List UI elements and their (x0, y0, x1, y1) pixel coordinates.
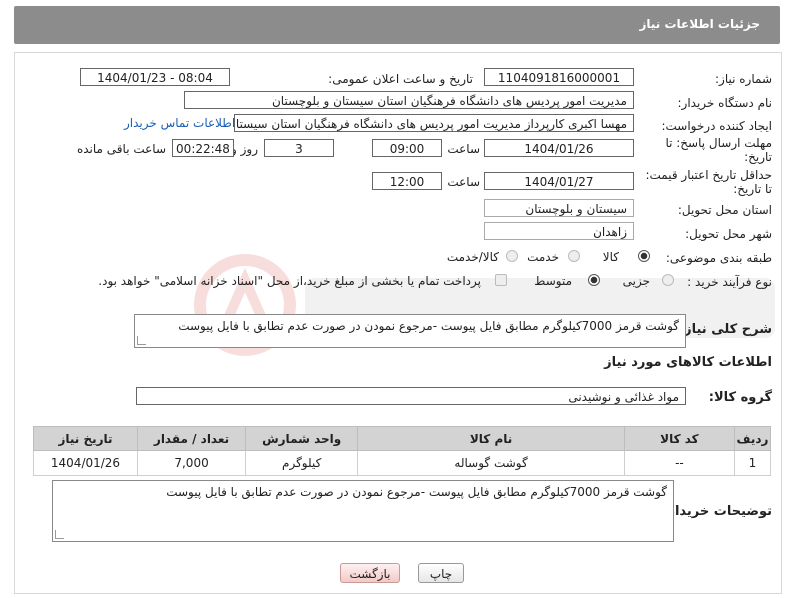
buyer-org-field: مدیریت امور پردیس های دانشگاه فرهنگیان ا… (184, 91, 634, 109)
process-minor-label: جزیی (622, 274, 650, 288)
buyer-notes-text: گوشت قرمز 7000کیلوگرم مطابق فایل پیوست -… (166, 485, 667, 499)
price-time-field: 12:00 (372, 172, 442, 190)
province-label: استان محل تحویل: (677, 203, 772, 217)
cell-need-date: 1404/01/26 (33, 450, 138, 476)
price-validity-label: حداقل تاریخ اعتبار قیمت: (645, 168, 772, 182)
process-type-label: نوع فرآیند خرید : (687, 275, 772, 289)
remaining-time-label: ساعت باقی مانده (76, 142, 166, 156)
goods-table: ردیف کد کالا نام کالا واحد شمارش تعداد /… (33, 426, 772, 476)
need-number-label: شماره نیاز: (715, 72, 772, 86)
goods-group-field: مواد غذائی و نوشیدنی (136, 387, 686, 405)
col-row-number: ردیف (733, 426, 772, 451)
description-label: شرح کلی نیاز: (678, 322, 772, 337)
category-service-label: خدمت (527, 250, 559, 264)
buyer-contact-link[interactable]: اطلاعات تماس خریدار (124, 116, 235, 130)
col-quantity: تعداد / مقدار (136, 426, 247, 451)
process-minor-radio[interactable] (662, 274, 674, 286)
resize-grip-icon[interactable] (137, 336, 146, 345)
page-header: جزئیات اطلاعات نیاز (14, 6, 780, 44)
reply-time-label: ساعت (447, 142, 480, 156)
price-time-label: ساعت (447, 175, 480, 189)
reply-time-field: 09:00 (372, 139, 442, 157)
goods-group-label: گروه کالا: (708, 390, 772, 405)
category-label: طبقه بندی موضوعی: (665, 251, 772, 265)
need-number-field: 1104091816000001 (484, 68, 634, 86)
page-title: جزئیات اطلاعات نیاز (639, 17, 760, 31)
category-goods-service-label: کالا/خدمت (446, 250, 499, 264)
city-field: زاهدان (484, 222, 634, 240)
reply-date-field: 1404/01/26 (484, 139, 634, 157)
goods-section-title: اطلاعات کالاهای مورد نیاز (604, 355, 772, 370)
creator-label: ایجاد کننده درخواست: (661, 119, 772, 133)
days-label: روز و (231, 142, 258, 156)
treasury-payment-checkbox[interactable] (495, 274, 507, 286)
process-medium-label: متوسط (534, 274, 572, 288)
resize-grip-icon[interactable] (55, 530, 64, 539)
description-text: گوشت قرمز 7000کیلوگرم مطابق فایل پیوست -… (178, 319, 679, 333)
cell-row-number: 1 (733, 450, 772, 476)
cell-unit: کیلوگرم (245, 450, 359, 476)
province-field: سیستان و بلوچستان (484, 199, 634, 217)
description-textarea[interactable]: گوشت قرمز 7000کیلوگرم مطابق فایل پیوست -… (134, 314, 686, 348)
category-goods-radio[interactable] (638, 250, 650, 262)
cell-quantity: 7,000 (136, 450, 247, 476)
price-date-field: 1404/01/27 (484, 172, 634, 190)
table-row: 1 -- گوشت گوساله کیلوگرم 7,000 1404/01/2… (33, 450, 772, 476)
reply-deadline-label: مهلت ارسال پاسخ: تا (665, 136, 772, 150)
buyer-notes-label: توضیحات خریدار: (662, 504, 772, 519)
print-button[interactable]: چاپ (418, 563, 464, 583)
category-goods-label: کالا (602, 250, 619, 264)
back-button[interactable]: بازگشت (340, 563, 400, 583)
remaining-time-field: 00:22:48 (172, 139, 234, 157)
category-goods-service-radio[interactable] (506, 250, 518, 262)
announce-date-label: تاریخ و ساعت اعلان عمومی: (328, 72, 473, 86)
col-goods-code: کد کالا (623, 426, 735, 451)
city-label: شهر محل تحویل: (685, 227, 772, 241)
buyer-org-label: نام دستگاه خریدار: (677, 96, 773, 110)
col-unit: واحد شمارش (245, 426, 359, 451)
buyer-notes-textarea[interactable]: گوشت قرمز 7000کیلوگرم مطابق فایل پیوست -… (52, 480, 674, 542)
treasury-payment-note: پرداخت تمام یا بخشی از مبلغ خرید،از محل … (98, 274, 481, 288)
announce-date-field: 1404/01/23 - 08:04 (80, 68, 230, 86)
cell-goods-name: گوشت گوساله (357, 450, 625, 476)
days-remaining-field: 3 (264, 139, 334, 157)
goods-table-header: ردیف کد کالا نام کالا واحد شمارش تعداد /… (33, 426, 772, 451)
cell-goods-code: -- (623, 450, 735, 476)
category-service-radio[interactable] (568, 250, 580, 262)
creator-field: مهسا اکبری کارپرداز مدیریت امور پردیس ها… (234, 114, 634, 132)
reply-deadline-label-2: تاریخ: (744, 150, 772, 164)
process-medium-radio[interactable] (588, 274, 600, 286)
col-need-date: تاریخ نیاز (33, 426, 138, 451)
price-validity-label-2: تا تاریخ: (733, 182, 772, 196)
col-goods-name: نام کالا (357, 426, 625, 451)
